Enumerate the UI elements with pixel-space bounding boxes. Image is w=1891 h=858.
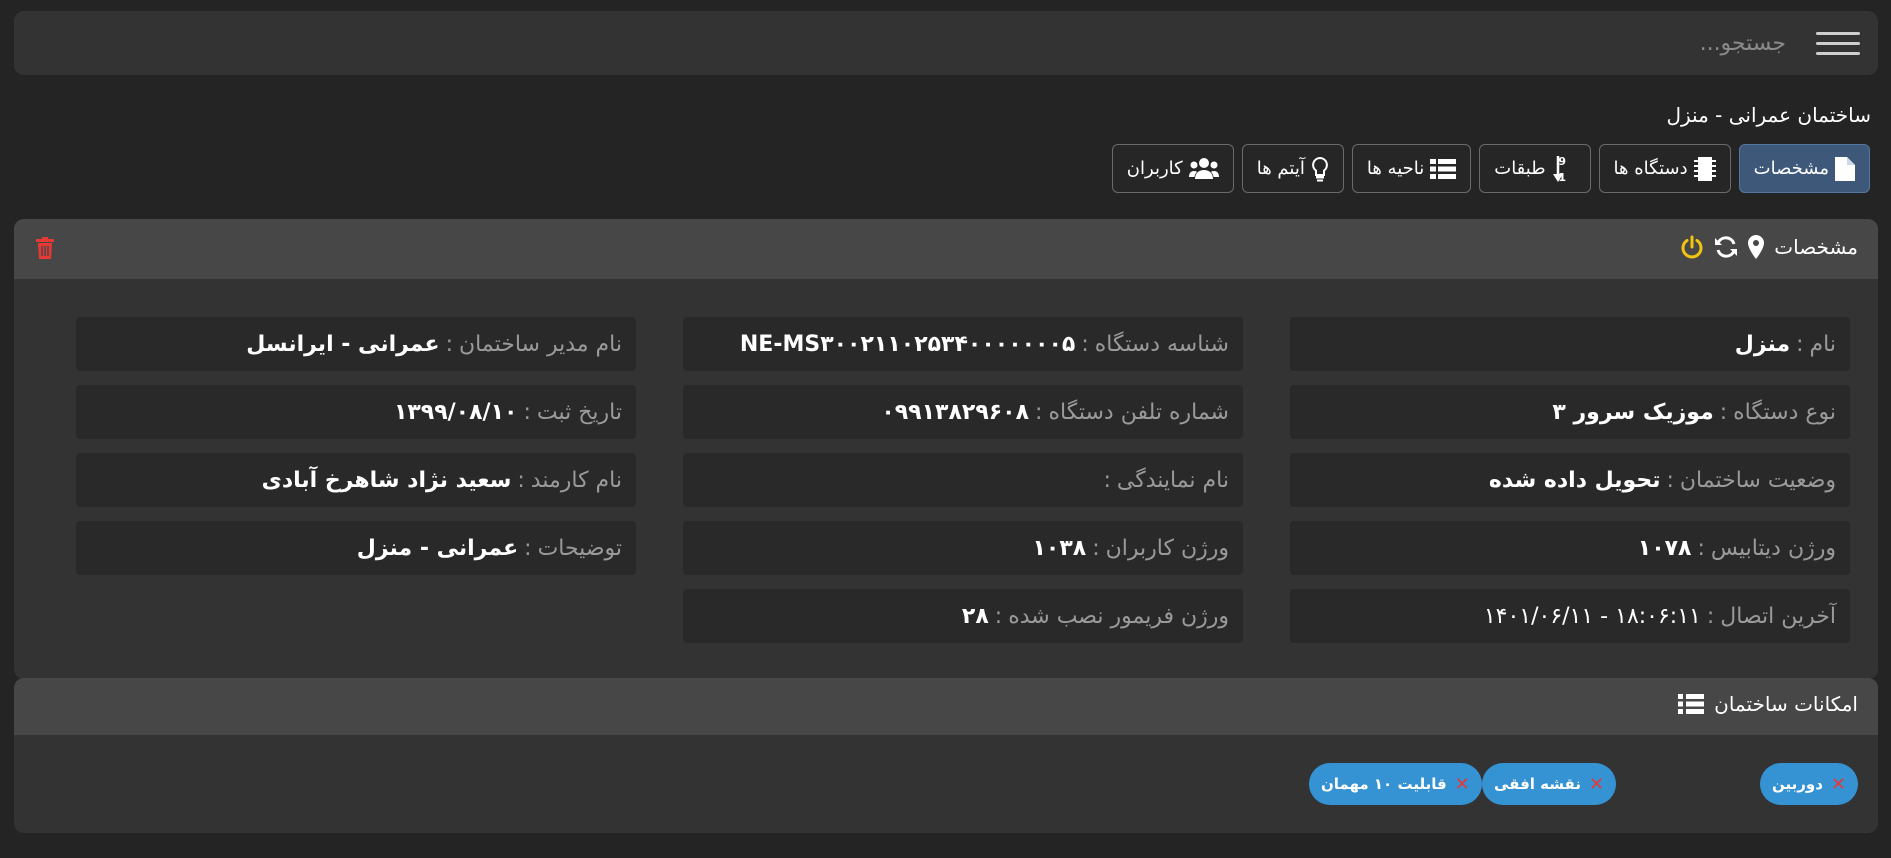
features-title-label: امکانات ساختمان — [1714, 692, 1858, 716]
field-value: عمرانی - منزل — [356, 535, 519, 561]
field-value: عمرانی - ایرانسل — [246, 331, 440, 357]
sort-numeric-icon: 9 1 — [1552, 155, 1566, 184]
tab-label: طبقات — [1494, 158, 1546, 179]
tab-details[interactable]: مشخصات — [1738, 144, 1870, 193]
menu-icon[interactable] — [1816, 32, 1860, 56]
field-users-version: ورژن کاربران: ۱۰۳۸ — [683, 521, 1243, 575]
power-icon[interactable] — [1680, 235, 1704, 259]
field-device-phone: شماره تلفن دستگاه: ۰۹۹۱۳۸۲۹۶۰۸ — [683, 385, 1243, 439]
remove-icon[interactable]: ✕ — [1589, 774, 1604, 795]
field-value: تحویل داده شده — [1488, 467, 1661, 493]
field-register-date: تاریخ ثبت: ۱۳۹۹/۰۸/۱۰ — [76, 385, 636, 439]
list-icon — [1678, 694, 1705, 714]
features-card: امکانات ساختمان — [14, 678, 1878, 833]
svg-text:1: 1 — [1558, 171, 1566, 184]
field-value: سعید نژاد شاهرخ آبادی — [261, 467, 512, 493]
field-agency-name: نام نمایندگی: — [683, 453, 1243, 507]
users-icon — [1188, 157, 1219, 179]
top-search-bar — [14, 11, 1878, 75]
field-firmware-version: ورژن فریمور نصب شده: ۲۸ — [683, 589, 1243, 643]
field-building-status: وضعیت ساختمان: تحویل داده شده — [1290, 453, 1850, 507]
details-title-label: مشخصات — [1774, 235, 1858, 259]
features-card-header: امکانات ساختمان — [14, 678, 1878, 735]
feature-chip-guests[interactable]: ✕ قابلیت ۱۰ مهمان — [1309, 763, 1482, 805]
tab-floors[interactable]: 9 1 طبقات — [1479, 144, 1591, 193]
field-db-version: ورژن دیتابیس: ۱۰۷۸ — [1290, 521, 1850, 575]
chip-icon — [1693, 156, 1716, 181]
field-value: ۰۹۹۱۳۸۲۹۶۰۸ — [881, 399, 1030, 425]
lightbulb-icon — [1311, 156, 1328, 181]
tab-label: مشخصات — [1753, 158, 1829, 179]
field-value: ۱۰۷۸ — [1637, 535, 1692, 561]
field-value: ۱۰۳۸ — [1032, 535, 1087, 561]
field-name: نام: منزل — [1290, 317, 1850, 371]
field-description: توضیحات: عمرانی - منزل — [76, 521, 636, 575]
field-device-type: نوع دستگاه: موزیک سرور ۳ — [1290, 385, 1850, 439]
tab-items[interactable]: آیتم ها — [1241, 144, 1344, 193]
field-manager-name: نام مدیر ساختمان: عمرانی - ایرانسل — [76, 317, 636, 371]
field-value: ۱۸:۰۶:۱۱ - ۱۴۰۱/۰۶/۱۱ — [1483, 603, 1701, 629]
svg-text:9: 9 — [1558, 155, 1566, 168]
field-employee-name: نام کارمند: سعید نژاد شاهرخ آبادی — [76, 453, 636, 507]
details-card-header: مشخصات — [14, 219, 1878, 279]
features-card-title: امکانات ساختمان — [1678, 692, 1858, 716]
feature-chip-camera[interactable]: ✕ دوربین — [1760, 763, 1859, 805]
tab-label: آیتم ها — [1256, 158, 1305, 179]
tab-zones[interactable]: ناحیه ها — [1351, 144, 1472, 193]
search-input[interactable] — [1288, 25, 1788, 61]
details-card-title: مشخصات — [1680, 235, 1858, 259]
trash-icon[interactable] — [36, 237, 54, 259]
location-pin-icon[interactable] — [1748, 235, 1765, 259]
page-title: ساختمان عمرانی - منزل — [1666, 103, 1871, 127]
tab-label: کاربران — [1126, 158, 1183, 179]
field-value: ۲۸ — [961, 603, 989, 629]
field-last-connection: آخرین اتصال: ۱۸:۰۶:۱۱ - ۱۴۰۱/۰۶/۱۱ — [1290, 589, 1850, 643]
remove-icon[interactable]: ✕ — [1455, 774, 1470, 795]
tab-bar: مشخصات دستگاه ها 9 1 طبقات ناحیه ها آیتم… — [1111, 144, 1870, 193]
file-icon — [1835, 156, 1855, 181]
refresh-icon[interactable] — [1714, 235, 1738, 259]
feature-chip-floor-plan[interactable]: ✕ نقشه افقی — [1482, 763, 1617, 805]
field-value: ۱۳۹۹/۰۸/۱۰ — [393, 399, 518, 425]
tab-users[interactable]: کاربران — [1111, 144, 1234, 193]
field-value: NE-MS۳۰۰۲۱۱۰۲۵۳۴۰۰۰۰۰۰۰۵ — [739, 331, 1076, 357]
tab-devices[interactable]: دستگاه ها — [1598, 144, 1731, 193]
tab-label: ناحیه ها — [1366, 158, 1425, 179]
field-value: موزیک سرور ۳ — [1552, 399, 1714, 425]
field-value: منزل — [1734, 331, 1791, 357]
list-icon — [1430, 158, 1457, 179]
tab-label: دستگاه ها — [1613, 158, 1688, 179]
field-device-id: شناسه دستگاه: NE-MS۳۰۰۲۱۱۰۲۵۳۴۰۰۰۰۰۰۰۵ — [683, 317, 1243, 371]
remove-icon[interactable]: ✕ — [1831, 774, 1846, 795]
